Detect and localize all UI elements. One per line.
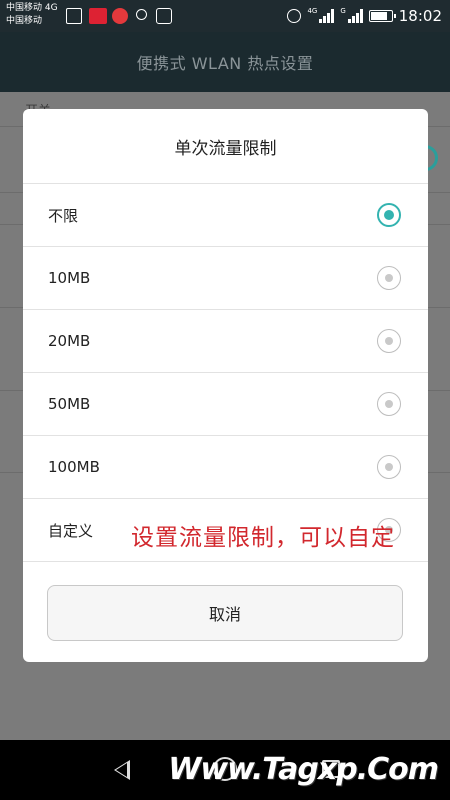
watermark: Www.Tagxp.Com <box>168 752 439 787</box>
option-label: 20MB <box>48 332 91 350</box>
status-bar: 中国移动 4G 中国移动 4G G 18:02 <box>0 0 450 32</box>
net-type-4g: 4G <box>307 7 318 15</box>
signal-icon <box>347 9 363 23</box>
radio-unchecked-icon[interactable] <box>377 266 401 290</box>
wifi-icon <box>156 8 172 24</box>
carrier-info: 中国移动 4G 中国移动 <box>6 2 58 28</box>
net-type-g: G <box>340 7 346 15</box>
option-label: 不限 <box>48 206 79 225</box>
option-label: 50MB <box>48 395 91 413</box>
radio-checked-icon[interactable] <box>377 203 401 227</box>
carrier-line-2: 中国移动 <box>6 16 43 26</box>
dialog-title: 单次流量限制 <box>23 109 428 184</box>
weibo-icon <box>112 8 128 24</box>
option-100mb[interactable]: 100MB <box>23 436 428 499</box>
app-bar: 便携式 WLAN 热点设置 <box>0 32 450 92</box>
signal-icon <box>319 9 335 23</box>
radio-unchecked-icon[interactable] <box>377 455 401 479</box>
option-label: 100MB <box>48 458 100 476</box>
option-10mb[interactable]: 10MB <box>23 247 428 310</box>
carrier-line-1: 中国移动 4G <box>6 3 58 13</box>
page-title: 便携式 WLAN 热点设置 <box>136 54 314 73</box>
option-label: 自定义 <box>48 521 94 540</box>
alarm-icon <box>287 9 302 23</box>
option-label: 10MB <box>48 269 91 287</box>
search-icon <box>136 9 147 20</box>
image-icon <box>66 8 82 24</box>
option-50mb[interactable]: 50MB <box>23 373 428 436</box>
back-icon[interactable] <box>114 760 130 780</box>
option-unlimited[interactable]: 不限 <box>23 184 428 247</box>
battery-icon <box>368 10 396 22</box>
youku-icon <box>89 8 107 24</box>
status-time: 18:02 <box>398 7 442 25</box>
traffic-limit-dialog: 单次流量限制 不限 10MB 20MB 50MB 100MB 自定义 取消 <box>23 109 428 662</box>
radio-unchecked-icon[interactable] <box>377 329 401 353</box>
cancel-button[interactable]: 取消 <box>47 585 403 641</box>
status-right: 4G G 18:02 <box>287 7 442 25</box>
annotation-text: 设置流量限制，可以自定 <box>131 525 395 551</box>
radio-unchecked-icon[interactable] <box>377 392 401 416</box>
option-20mb[interactable]: 20MB <box>23 310 428 373</box>
